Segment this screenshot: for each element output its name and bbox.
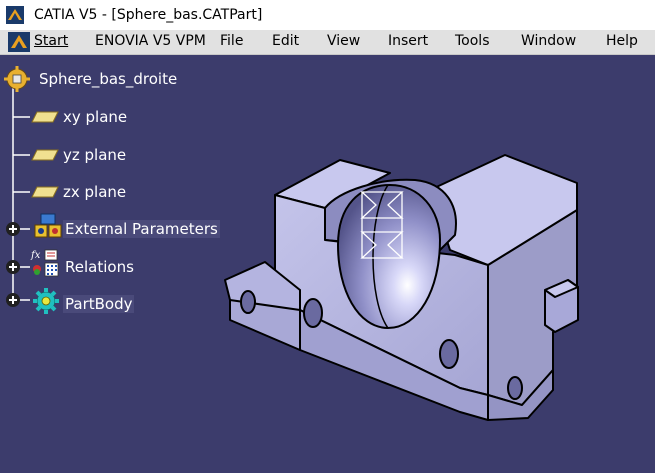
part-3d-model[interactable]: [0, 0, 655, 473]
